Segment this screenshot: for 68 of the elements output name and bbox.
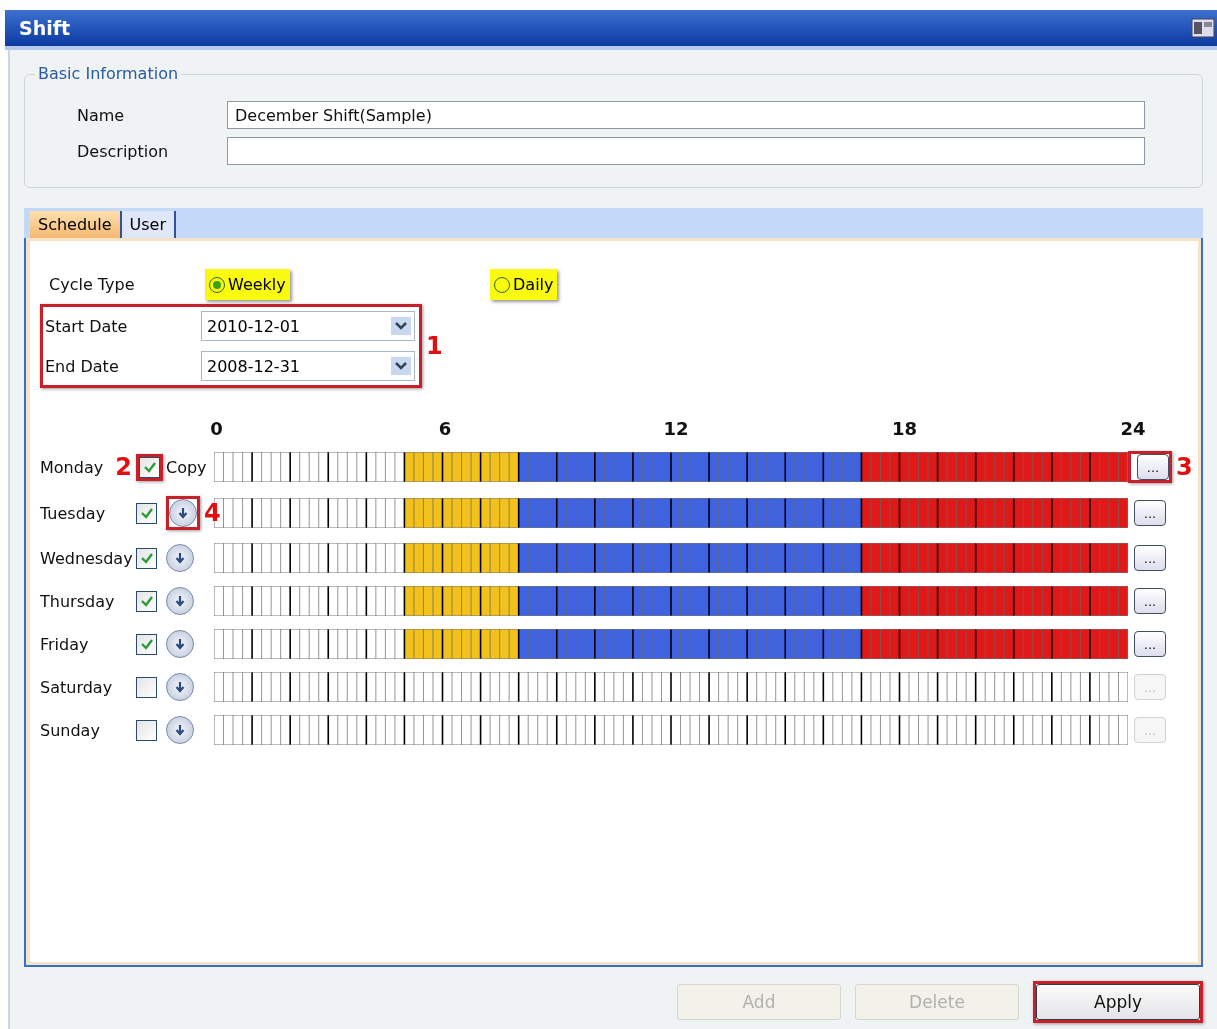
edit-button[interactable]: ... xyxy=(1134,545,1166,571)
hour-label: 6 xyxy=(438,420,452,438)
copy-down-button[interactable] xyxy=(166,673,194,701)
copy-down-button[interactable] xyxy=(166,716,194,744)
edit-button[interactable]: ... xyxy=(1134,631,1166,657)
edit-button[interactable]: ... xyxy=(1137,454,1169,480)
checkbox[interactable] xyxy=(136,547,157,569)
timeline-bar[interactable] xyxy=(214,452,1128,482)
field-label: Name xyxy=(77,105,126,125)
timeline-bar[interactable] xyxy=(214,715,1128,745)
hour-label: 18 xyxy=(892,420,918,438)
radio-option[interactable]: Daily xyxy=(493,274,555,295)
day-label: Monday xyxy=(40,457,104,477)
day-label: Tuesday xyxy=(40,503,106,523)
checkbox[interactable] xyxy=(136,676,157,698)
callout-number: 2 xyxy=(115,453,132,481)
window-icon[interactable] xyxy=(1191,17,1215,39)
edit-button[interactable]: ... xyxy=(1134,500,1166,526)
field-label: End Date xyxy=(45,356,120,376)
callout-number: 3 xyxy=(1176,453,1193,481)
text-field[interactable] xyxy=(227,137,1145,165)
check-icon xyxy=(139,638,154,650)
hour-label: 0 xyxy=(210,420,223,438)
checkbox[interactable] xyxy=(136,719,157,741)
chevron-down-icon xyxy=(391,357,411,375)
day-label: Sunday xyxy=(40,720,100,740)
arrow-down-icon xyxy=(173,723,187,737)
check-icon xyxy=(139,507,154,519)
arrow-down-icon xyxy=(176,506,190,520)
day-label: Friday xyxy=(40,634,89,654)
arrow-down-icon xyxy=(173,594,187,608)
day-label: Saturday xyxy=(40,677,113,697)
copy-label: Copy xyxy=(166,457,207,477)
check-icon xyxy=(139,552,154,564)
check-icon xyxy=(139,595,154,607)
field-label: Description xyxy=(77,141,170,161)
field-label: Cycle Type xyxy=(49,275,136,294)
timeline-bar[interactable] xyxy=(214,672,1128,702)
edit-button[interactable]: ... xyxy=(1134,588,1166,614)
callout-number: 4 xyxy=(204,499,221,527)
arrow-down-icon xyxy=(173,551,187,565)
hour-label: 12 xyxy=(663,420,689,438)
checkbox[interactable] xyxy=(136,590,157,612)
tab[interactable]: Schedule xyxy=(30,211,122,238)
day-label: Thursday xyxy=(40,591,115,611)
timeline-bar[interactable] xyxy=(214,629,1128,659)
arrow-down-icon xyxy=(173,637,187,651)
checkbox[interactable] xyxy=(136,633,157,655)
copy-down-button[interactable] xyxy=(166,587,194,615)
timeline-bar[interactable] xyxy=(214,586,1128,616)
date-dropdown[interactable]: 2010-12-01 xyxy=(201,311,415,341)
tab[interactable]: User xyxy=(121,211,176,238)
text-field[interactable]: December Shift(Sample) xyxy=(227,101,1145,129)
timeline-bar[interactable] xyxy=(214,543,1128,573)
chevron-down-icon xyxy=(391,317,411,335)
window-title: Shift xyxy=(19,17,71,39)
checkbox[interactable] xyxy=(136,502,157,524)
copy-down-button[interactable] xyxy=(166,630,194,658)
check-icon xyxy=(142,461,157,473)
copy-down-button[interactable] xyxy=(166,544,194,572)
day-label: Wednesday xyxy=(40,548,133,568)
arrow-down-icon xyxy=(173,680,187,694)
action-button[interactable]: Apply xyxy=(1036,984,1200,1020)
date-dropdown[interactable]: 2008-12-31 xyxy=(201,351,415,381)
callout-number: 1 xyxy=(426,332,443,360)
hour-label: 24 xyxy=(1120,420,1146,438)
radio-option[interactable]: Weekly xyxy=(208,274,287,295)
field-label: Start Date xyxy=(45,316,129,336)
